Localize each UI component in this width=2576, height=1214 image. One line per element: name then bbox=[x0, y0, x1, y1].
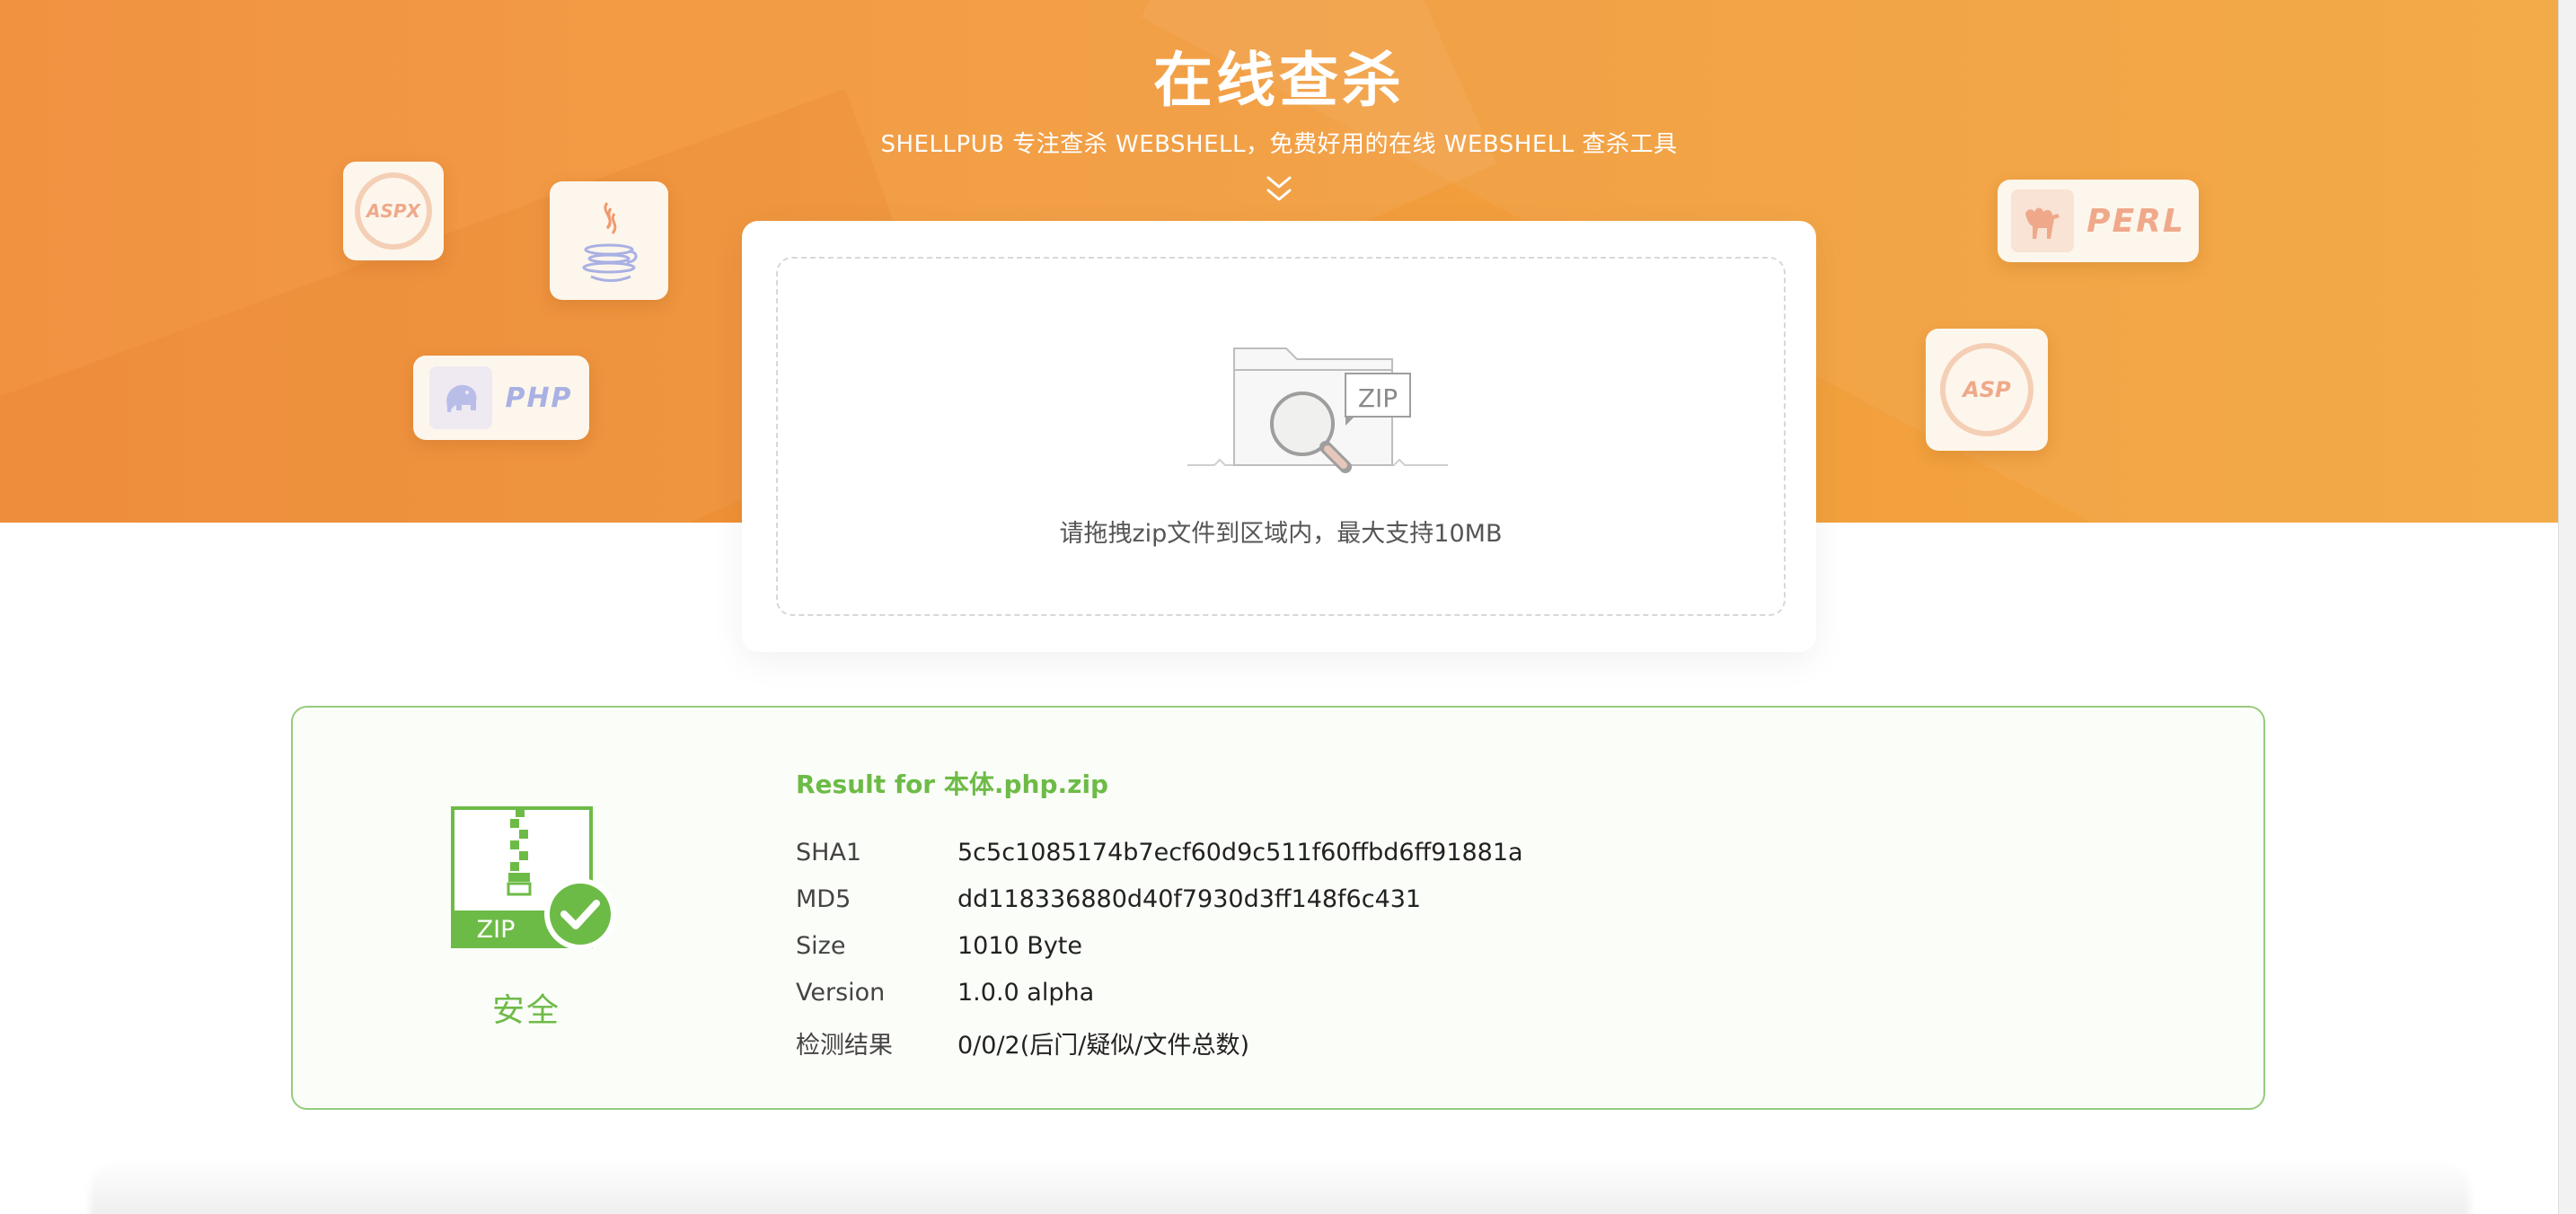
php-logo: PHP bbox=[413, 356, 589, 440]
perl-badge: PERL bbox=[2011, 189, 2185, 252]
camel-icon bbox=[2011, 189, 2075, 252]
asp-badge: ASP bbox=[1940, 343, 2033, 436]
result-row: SHA1 5c5c1085174b7ecf60d9c511f60ffbd6ff91… bbox=[796, 839, 1523, 867]
window-edge bbox=[2558, 0, 2576, 1214]
field-label: 检测结果 bbox=[796, 1032, 893, 1060]
java-cup-icon bbox=[582, 202, 638, 282]
result-row: Version 1.0.0 alpha bbox=[796, 979, 1094, 1007]
result-title: Result for 本体.php.zip bbox=[796, 770, 1109, 799]
page: 在线查杀 SHELLPUB 专注查杀 WEBSHELL，免费好用的在线 WEBS… bbox=[0, 0, 2558, 1214]
php-badge: PHP bbox=[429, 366, 572, 429]
elephant-icon bbox=[429, 366, 493, 429]
next-section-edge bbox=[90, 1158, 2470, 1214]
aspx-badge: ASPX bbox=[355, 172, 432, 250]
zip-icon-label: ZIP bbox=[476, 916, 516, 944]
result-row: 检测结果 0/0/2(后门/疑似/文件总数) bbox=[796, 1025, 1249, 1060]
php-label: PHP bbox=[505, 382, 573, 414]
dropzone-hint: 请拖拽zip文件到区域内，最大支持10MB bbox=[1059, 520, 1503, 548]
page-title: 在线查杀 bbox=[1153, 46, 1405, 115]
field-value: 0/0/2(后门/疑似/文件总数) bbox=[957, 1032, 1249, 1060]
result-row: Size 1010 Byte bbox=[796, 932, 1082, 960]
double-chevron-down-icon[interactable] bbox=[1261, 172, 1297, 208]
field-value: 1010 Byte bbox=[957, 932, 1082, 960]
field-value: 5c5c1085174b7ecf60d9c511f60ffbd6ff91881a bbox=[957, 839, 1523, 867]
java-logo bbox=[550, 181, 668, 300]
field-value: dd118336880d40f7930d3ff148f6c431 bbox=[957, 885, 1422, 913]
field-label: Version bbox=[796, 979, 886, 1007]
perl-logo: PERL bbox=[1998, 180, 2199, 262]
page-subtitle: SHELLPUB 专注查杀 WEBSHELL，免费好用的在线 WEBSHELL … bbox=[880, 131, 1678, 158]
field-value: 1.0.0 alpha bbox=[957, 979, 1095, 1007]
scan-result-card: ZIP 安全 Result for 本体.php.zip SHA1 5c5c108… bbox=[291, 706, 2265, 1110]
field-label: Size bbox=[796, 932, 846, 960]
perl-label: PERL bbox=[2086, 202, 2185, 240]
field-label: SHA1 bbox=[796, 839, 862, 867]
asp-logo: ASP bbox=[1926, 329, 2048, 451]
result-row: MD5 dd118336880d40f7930d3ff148f6c431 bbox=[796, 885, 1421, 913]
status-badge: 安全 bbox=[491, 992, 560, 1029]
zip-tag-label: ZIP bbox=[1357, 383, 1398, 413]
upload-card: ZIP 请拖拽zip文件到区域内，最大支持10MB bbox=[742, 221, 1816, 652]
field-label: MD5 bbox=[796, 885, 851, 913]
file-dropzone[interactable]: ZIP 请拖拽zip文件到区域内，最大支持10MB bbox=[776, 257, 1786, 616]
aspx-logo: ASPX bbox=[343, 162, 444, 260]
